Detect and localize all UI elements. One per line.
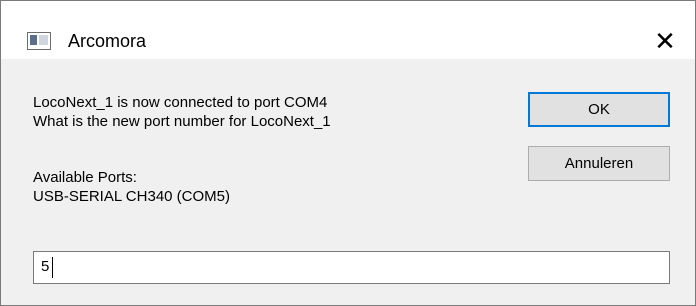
title-bar[interactable]: Arcomora ✕ <box>1 1 695 59</box>
available-ports-list: USB-SERIAL CH340 (COM5) <box>33 188 230 205</box>
app-icon-content <box>39 35 48 45</box>
window-title: Arcomora <box>68 31 147 51</box>
cancel-button[interactable]: Annuleren <box>528 146 670 181</box>
dialog-window: Arcomora ✕ LocoNext_1 is now connected t… <box>0 0 696 306</box>
available-ports-label: Available Ports: <box>33 169 137 186</box>
message-line-question: What is the new port number for LocoNext… <box>33 113 331 130</box>
port-number-input[interactable]: 5 <box>33 251 670 284</box>
app-window-icon <box>27 32 51 50</box>
ok-button[interactable]: OK <box>528 92 670 127</box>
port-number-value: 5 <box>41 258 50 275</box>
app-icon-sidebar <box>30 35 37 45</box>
text-caret <box>52 257 53 278</box>
close-icon[interactable]: ✕ <box>641 23 689 59</box>
message-line-connected: LocoNext_1 is now connected to port COM4 <box>33 94 328 111</box>
